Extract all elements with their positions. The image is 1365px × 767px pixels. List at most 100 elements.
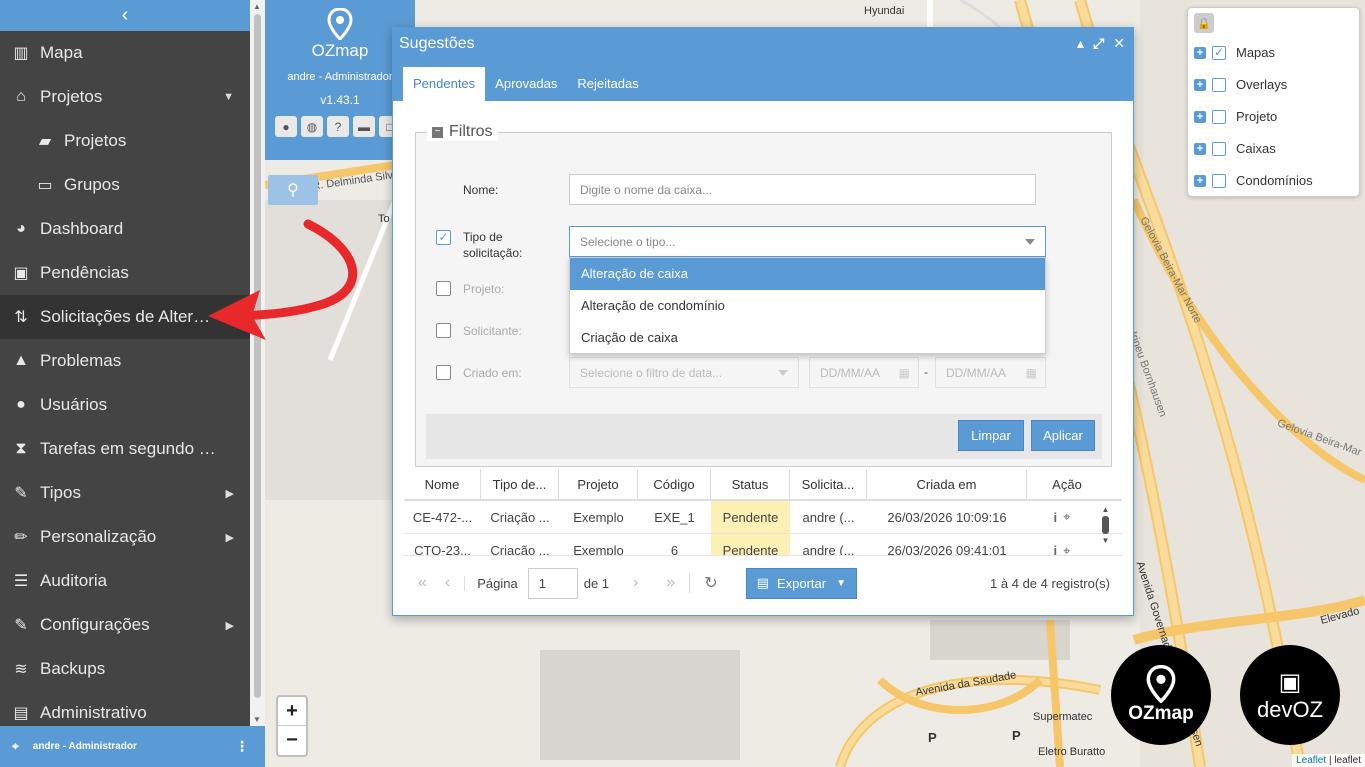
tab-aprovadas[interactable]: Aprovadas bbox=[485, 67, 567, 101]
sidebar-footer[interactable]: ⌖ andre - Administrador ⋮ bbox=[0, 726, 265, 767]
info-icon[interactable]: i bbox=[1054, 510, 1058, 525]
map-label: P bbox=[1012, 728, 1021, 743]
tab-rejeitadas[interactable]: Rejeitadas bbox=[567, 67, 648, 101]
map-search-button[interactable]: ⚲ bbox=[268, 175, 318, 205]
type-filter-checkbox[interactable]: ✓ bbox=[436, 230, 451, 245]
name-input[interactable]: Digite o nome da caixa... bbox=[569, 174, 1036, 205]
date-start-input[interactable]: DD/MM/AA ▦ bbox=[809, 357, 919, 388]
table-row[interactable]: CTO-23... Criação ... Exemplo 6 Pendente… bbox=[404, 534, 1122, 556]
sidebar-item-tipos[interactable]: ✎ Tipos ▶ bbox=[0, 471, 250, 515]
layer-checkbox[interactable] bbox=[1212, 173, 1226, 188]
scroll-down-icon[interactable]: ▼ bbox=[1100, 536, 1111, 545]
scroll-up-icon[interactable]: ▲ bbox=[1100, 505, 1111, 514]
sidebar-item-backups[interactable]: ≋ Backups bbox=[0, 647, 250, 691]
page-input[interactable]: 1 bbox=[527, 567, 578, 599]
column-header[interactable]: Status bbox=[711, 469, 790, 499]
sidebar-item-auditoria[interactable]: ☰ Auditoria bbox=[0, 559, 250, 603]
collapse-icon[interactable]: ▴ bbox=[1077, 35, 1084, 52]
layer-mapas[interactable]: + ✓ Mapas bbox=[1194, 45, 1275, 60]
layer-checkbox[interactable] bbox=[1212, 109, 1226, 124]
scrollbar-thumb[interactable] bbox=[1102, 516, 1109, 534]
last-page-icon[interactable]: » bbox=[666, 574, 675, 592]
column-header[interactable]: Criada em bbox=[867, 469, 1027, 499]
tab-pendentes[interactable]: Pendentes bbox=[403, 67, 486, 101]
help-button[interactable]: ? bbox=[327, 116, 349, 137]
date-end-input[interactable]: DD/MM/AA ▦ bbox=[935, 357, 1046, 388]
table-scrollbar[interactable]: ▲ ▼ bbox=[1100, 505, 1111, 555]
sidebar-item-configuracoes[interactable]: ✎ Configurações ▶ bbox=[0, 603, 250, 647]
collapse-sidebar-button[interactable]: ‹ bbox=[0, 0, 250, 31]
more-vertical-icon[interactable]: ⋮ bbox=[235, 738, 249, 755]
refresh-icon[interactable]: ↻ bbox=[689, 573, 718, 593]
type-label: Tipo de solicitação: bbox=[463, 230, 523, 260]
close-icon[interactable]: ✕ bbox=[1113, 35, 1125, 52]
scroll-down-icon[interactable]: ▼ bbox=[253, 715, 261, 724]
table-row[interactable]: CE-472-... Criação ... Exemplo EXE_1 Pen… bbox=[404, 501, 1122, 534]
modal-title: Sugestões bbox=[399, 34, 475, 52]
dropdown-option[interactable]: Alteração de caixa bbox=[570, 258, 1045, 290]
column-header[interactable]: Solicita... bbox=[790, 469, 867, 499]
filters-legend[interactable]: − Filtros bbox=[427, 123, 498, 141]
layer-label: Condomínios bbox=[1236, 173, 1313, 188]
expand-icon[interactable]: ⤢ bbox=[1093, 35, 1104, 52]
expand-icon[interactable]: + bbox=[1194, 78, 1206, 91]
crosshair-icon[interactable]: ⌖ bbox=[1063, 509, 1070, 525]
zoom-in-button[interactable]: + bbox=[278, 697, 306, 726]
layer-checkbox[interactable] bbox=[1212, 77, 1226, 92]
layers-panel: 🔒 + ✓ Mapas + Overlays + Projeto + Caixas + Co… bbox=[1187, 7, 1360, 197]
zoom-out-button[interactable]: − bbox=[278, 726, 306, 755]
sidebar-item-usuarios[interactable]: ● Usuários bbox=[0, 383, 250, 427]
column-header[interactable]: Ação bbox=[1027, 469, 1107, 499]
sidebar-item-projetos[interactable]: ⌂ Projetos ▼ bbox=[0, 75, 250, 119]
created-filter-checkbox[interactable] bbox=[436, 365, 451, 380]
sidebar-subitem-grupos[interactable]: ▭ Grupos bbox=[0, 163, 250, 207]
sidebar-item-tarefas[interactable]: ⧗ Tarefas em segundo pl... bbox=[0, 427, 250, 471]
column-header[interactable]: Projeto bbox=[559, 469, 638, 499]
expand-icon[interactable]: + bbox=[1194, 46, 1206, 59]
collapse-minus-icon[interactable]: − bbox=[432, 126, 443, 138]
expand-icon[interactable]: + bbox=[1194, 142, 1206, 155]
expand-icon[interactable]: + bbox=[1194, 174, 1206, 187]
user-button[interactable]: ● bbox=[275, 116, 297, 137]
sidebar-subitem-projetos[interactable]: ▰ Projetos bbox=[0, 119, 250, 163]
date-filter-select[interactable]: Selecione o filtro de data... bbox=[569, 357, 799, 388]
dropdown-option[interactable]: Criação de caixa bbox=[570, 322, 1045, 354]
info-icon[interactable]: i bbox=[1054, 543, 1058, 555]
sidebar-scrollbar[interactable]: ▲ ▼ bbox=[250, 0, 265, 726]
list-icon: ☰ bbox=[13, 573, 29, 590]
first-page-icon[interactable]: « bbox=[418, 574, 427, 592]
layer-condominios[interactable]: + Condomínios bbox=[1194, 173, 1313, 188]
project-filter-checkbox[interactable] bbox=[436, 281, 451, 296]
column-header[interactable]: Código bbox=[638, 469, 711, 499]
prev-page-icon[interactable]: ‹ bbox=[445, 574, 450, 592]
sidebar-item-label: Projetos bbox=[40, 87, 103, 106]
chat-button[interactable]: ▬ bbox=[353, 116, 375, 137]
column-header[interactable]: Tipo de... bbox=[481, 469, 559, 499]
globe-button[interactable]: ◍ bbox=[301, 116, 323, 137]
next-page-icon[interactable]: › bbox=[633, 574, 638, 592]
scrollbar-thumb[interactable] bbox=[254, 14, 261, 698]
requester-filter-checkbox[interactable] bbox=[436, 323, 451, 338]
leaflet-link[interactable]: Leaflet bbox=[1296, 755, 1326, 766]
clear-button[interactable]: Limpar bbox=[958, 420, 1024, 451]
caret-down-icon: ▼ bbox=[223, 91, 234, 103]
apply-button[interactable]: Aplicar bbox=[1031, 420, 1095, 451]
layer-overlays[interactable]: + Overlays bbox=[1194, 77, 1287, 92]
layer-caixas[interactable]: + Caixas bbox=[1194, 141, 1276, 156]
lock-icon[interactable]: 🔒 bbox=[1194, 13, 1214, 33]
cell-codigo: EXE_1 bbox=[654, 509, 695, 525]
map-label: To bbox=[378, 213, 390, 225]
layer-checkbox[interactable] bbox=[1212, 141, 1226, 156]
status-badge: Pendente bbox=[711, 534, 790, 555]
dropdown-option[interactable]: Alteração de condomínio bbox=[570, 290, 1045, 322]
expand-icon[interactable]: + bbox=[1194, 110, 1206, 123]
layer-projeto[interactable]: + Projeto bbox=[1194, 109, 1277, 124]
type-select[interactable]: Selecione o tipo... bbox=[569, 226, 1046, 257]
sidebar-item-mapa[interactable]: ▥ Mapa bbox=[0, 31, 250, 75]
column-header[interactable]: Nome bbox=[404, 469, 481, 499]
sidebar-item-personalizacao[interactable]: ✏ Personalização ▶ bbox=[0, 515, 250, 559]
crosshair-icon[interactable]: ⌖ bbox=[1063, 543, 1070, 556]
scroll-up-icon[interactable]: ▲ bbox=[253, 2, 261, 11]
layer-checkbox-checked[interactable]: ✓ bbox=[1212, 45, 1226, 60]
export-button[interactable]: ▤ Exportar ▼ bbox=[745, 567, 858, 599]
